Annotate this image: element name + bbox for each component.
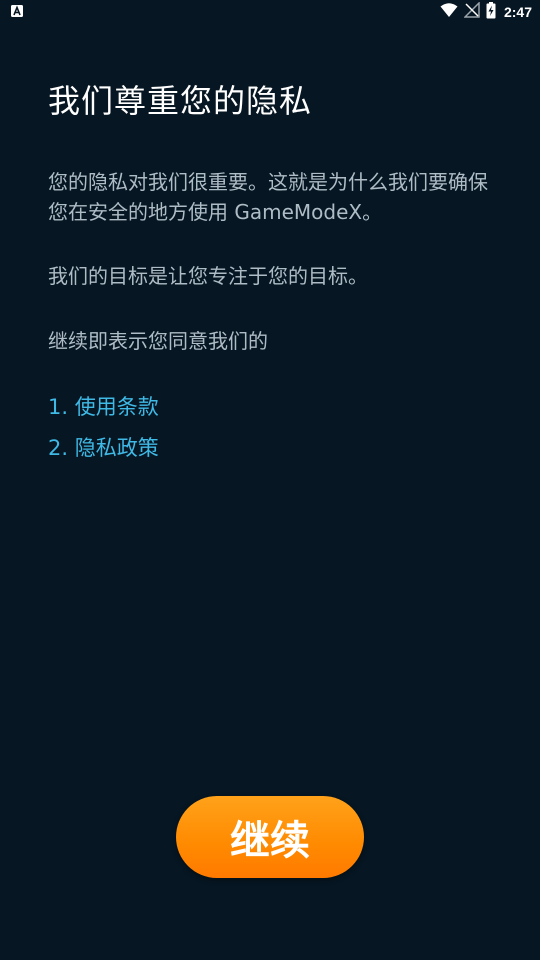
continue-button[interactable]: 继续 bbox=[176, 796, 364, 878]
wifi-icon bbox=[440, 2, 458, 22]
no-signal-icon bbox=[463, 1, 480, 22]
privacy-paragraph: 您的隐私对我们很重要。这就是为什么我们要确保您在安全的地方使用 GameMode… bbox=[48, 170, 488, 224]
notification-a-icon bbox=[10, 3, 24, 22]
terms-of-use-link[interactable]: 1. 使用条款 bbox=[48, 391, 159, 421]
privacy-policy-link[interactable]: 2. 隐私政策 bbox=[48, 432, 159, 462]
battery-charging-icon bbox=[486, 1, 496, 23]
agreement-paragraph: 继续即表示您同意我们的 bbox=[48, 329, 268, 353]
status-bar: 2:47 bbox=[0, 0, 540, 24]
status-right: 2:47 bbox=[440, 1, 532, 23]
status-left bbox=[10, 3, 24, 22]
page-title: 我们尊重您的隐私 bbox=[48, 82, 313, 120]
goal-paragraph: 我们的目标是让您专注于您的目标。 bbox=[48, 264, 368, 288]
status-time: 2:47 bbox=[503, 4, 532, 20]
